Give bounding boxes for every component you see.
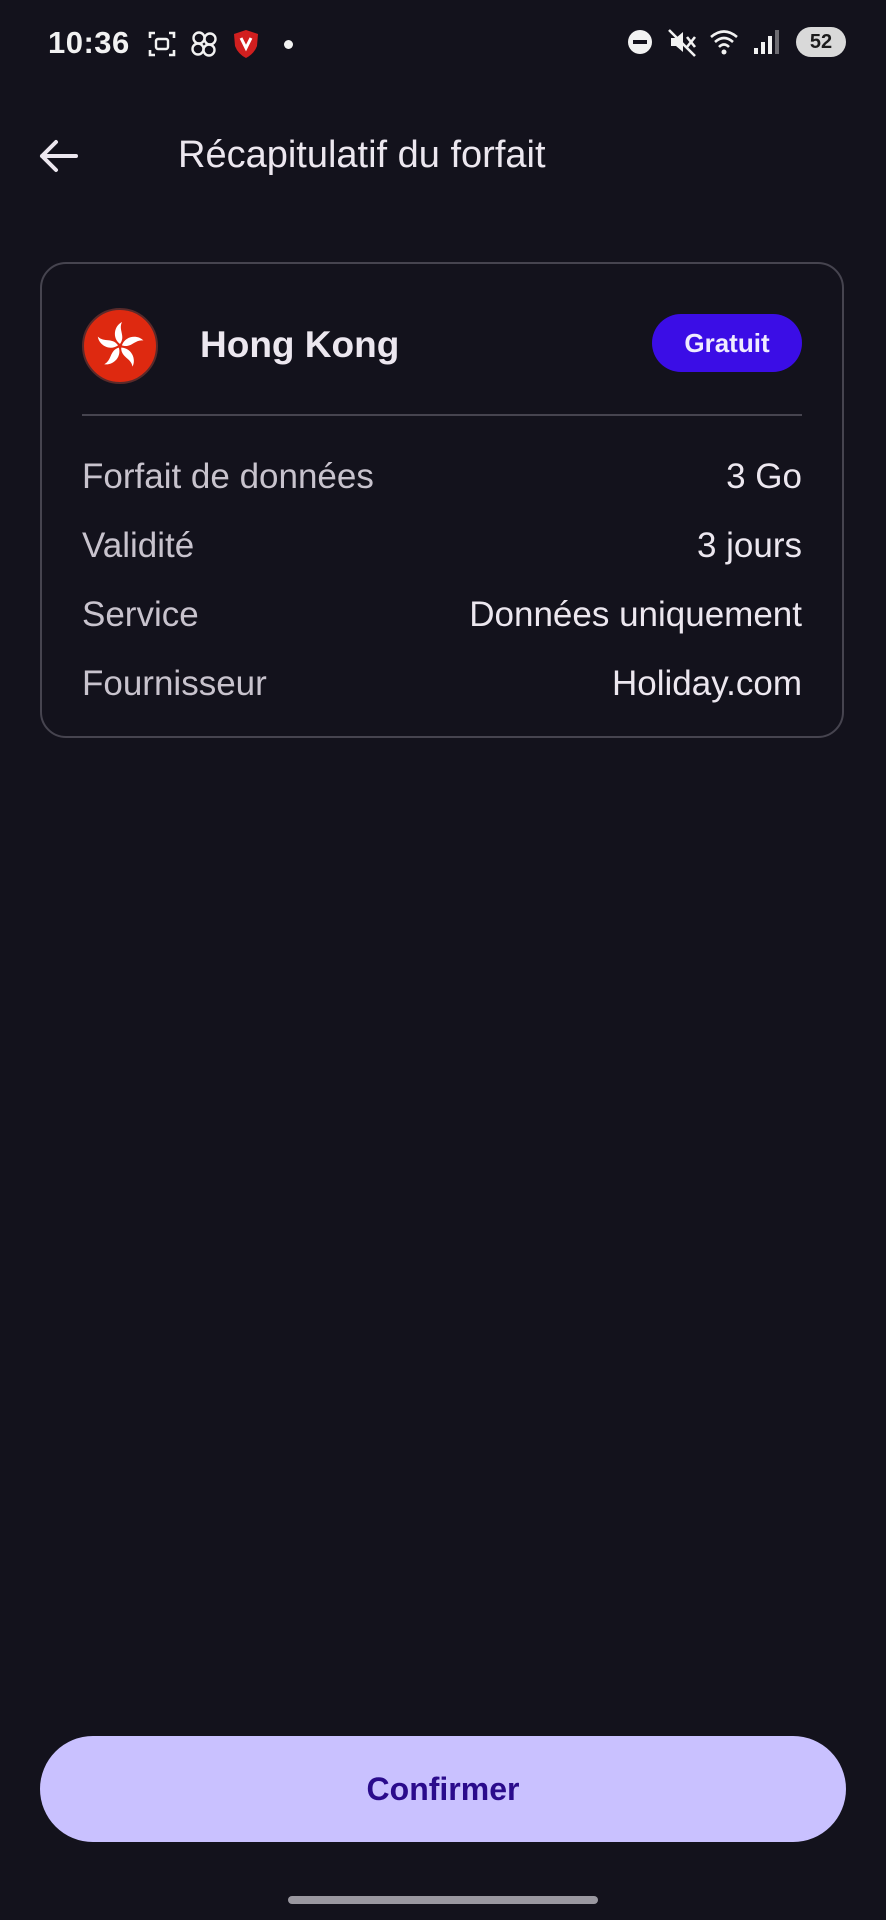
- country-name: Hong Kong: [200, 324, 400, 365]
- status-left-icons: [146, 28, 293, 60]
- status-bar: 10:36 52: [0, 0, 886, 90]
- detail-row-service: Service Données uniquement: [82, 580, 802, 649]
- gesture-navigation-bar[interactable]: [288, 1896, 598, 1904]
- confirm-button[interactable]: Confirmer: [40, 1736, 846, 1842]
- page-title: Récapitulatif du forfait: [178, 134, 546, 176]
- do-not-disturb-icon: [628, 30, 652, 54]
- screen: 10:36 52 Récapitulatif du forfait Hong K…: [0, 0, 886, 1920]
- detail-row-provider: Fournisseur Holiday.com: [82, 649, 802, 718]
- detail-row-data-plan: Forfait de données 3 Go: [82, 442, 802, 511]
- screenshot-icon: [148, 31, 176, 57]
- plan-summary-card: Hong Kong Gratuit Forfait de données 3 G…: [40, 262, 844, 738]
- top-app-bar: Récapitulatif du forfait: [0, 110, 886, 198]
- battery-indicator: 52: [796, 27, 846, 57]
- wifi-6e-icon: [710, 30, 738, 55]
- detail-label: Service: [82, 594, 199, 634]
- hong-kong-flag-icon: [82, 308, 158, 384]
- card-divider: [82, 414, 802, 416]
- detail-label: Fournisseur: [82, 663, 267, 703]
- brave-shield-icon: [234, 30, 258, 58]
- status-time: 10:36: [48, 25, 130, 60]
- mute-icon: [668, 29, 697, 57]
- detail-row-validity: Validité 3 jours: [82, 511, 802, 580]
- pinwheel-icon: [191, 31, 217, 57]
- arrow-back-icon: [40, 140, 78, 172]
- detail-value: Holiday.com: [612, 663, 802, 703]
- plan-details: Forfait de données 3 Go Validité 3 jours…: [82, 442, 802, 718]
- status-right-icons: 52: [624, 26, 846, 58]
- free-badge: Gratuit: [652, 314, 802, 372]
- notification-dot: [284, 39, 293, 49]
- card-header: Hong Kong Gratuit: [42, 264, 842, 414]
- detail-value: Données uniquement: [469, 594, 802, 634]
- detail-value: 3 jours: [696, 525, 802, 565]
- back-button[interactable]: [26, 124, 90, 188]
- detail-label: Forfait de données: [82, 456, 374, 496]
- detail-label: Validité: [82, 525, 195, 565]
- detail-value: 3 Go: [726, 456, 802, 496]
- signal-icon: [754, 30, 779, 54]
